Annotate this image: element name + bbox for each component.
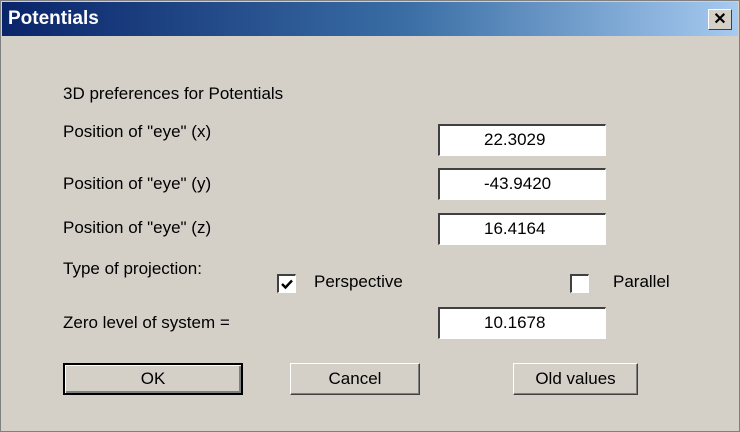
potentials-dialog: Potentials ✕ 3D preferences for Potentia…: [0, 0, 740, 432]
eye-z-label: Position of "eye" (z): [63, 218, 212, 237]
old-values-button[interactable]: Old values: [513, 363, 638, 395]
zero-level-label: Zero level of system =: [63, 313, 230, 332]
close-button[interactable]: ✕: [708, 9, 732, 30]
zero-level-input[interactable]: 10.1678: [438, 307, 606, 339]
close-icon: ✕: [713, 11, 727, 28]
dialog-title: Potentials: [8, 8, 99, 29]
title-bar[interactable]: Potentials ✕: [2, 2, 738, 36]
eye-y-label: Position of "eye" (y): [63, 174, 212, 193]
eye-z-input[interactable]: 16.4164: [438, 213, 606, 245]
eye-x-input[interactable]: 22.3029: [438, 124, 606, 156]
section-heading: 3D preferences for Potentials: [63, 84, 284, 103]
parallel-label: Parallel: [613, 272, 670, 291]
ok-button[interactable]: OK: [63, 363, 243, 395]
perspective-label: Perspective: [314, 272, 403, 291]
checkmark-icon: [281, 279, 293, 290]
eye-x-label: Position of "eye" (x): [63, 122, 212, 141]
eye-y-input[interactable]: -43.9420: [438, 168, 606, 200]
projection-label: Type of projection:: [63, 259, 202, 278]
perspective-checkbox[interactable]: [277, 274, 296, 293]
cancel-button[interactable]: Cancel: [290, 363, 420, 395]
parallel-checkbox[interactable]: [570, 274, 589, 293]
